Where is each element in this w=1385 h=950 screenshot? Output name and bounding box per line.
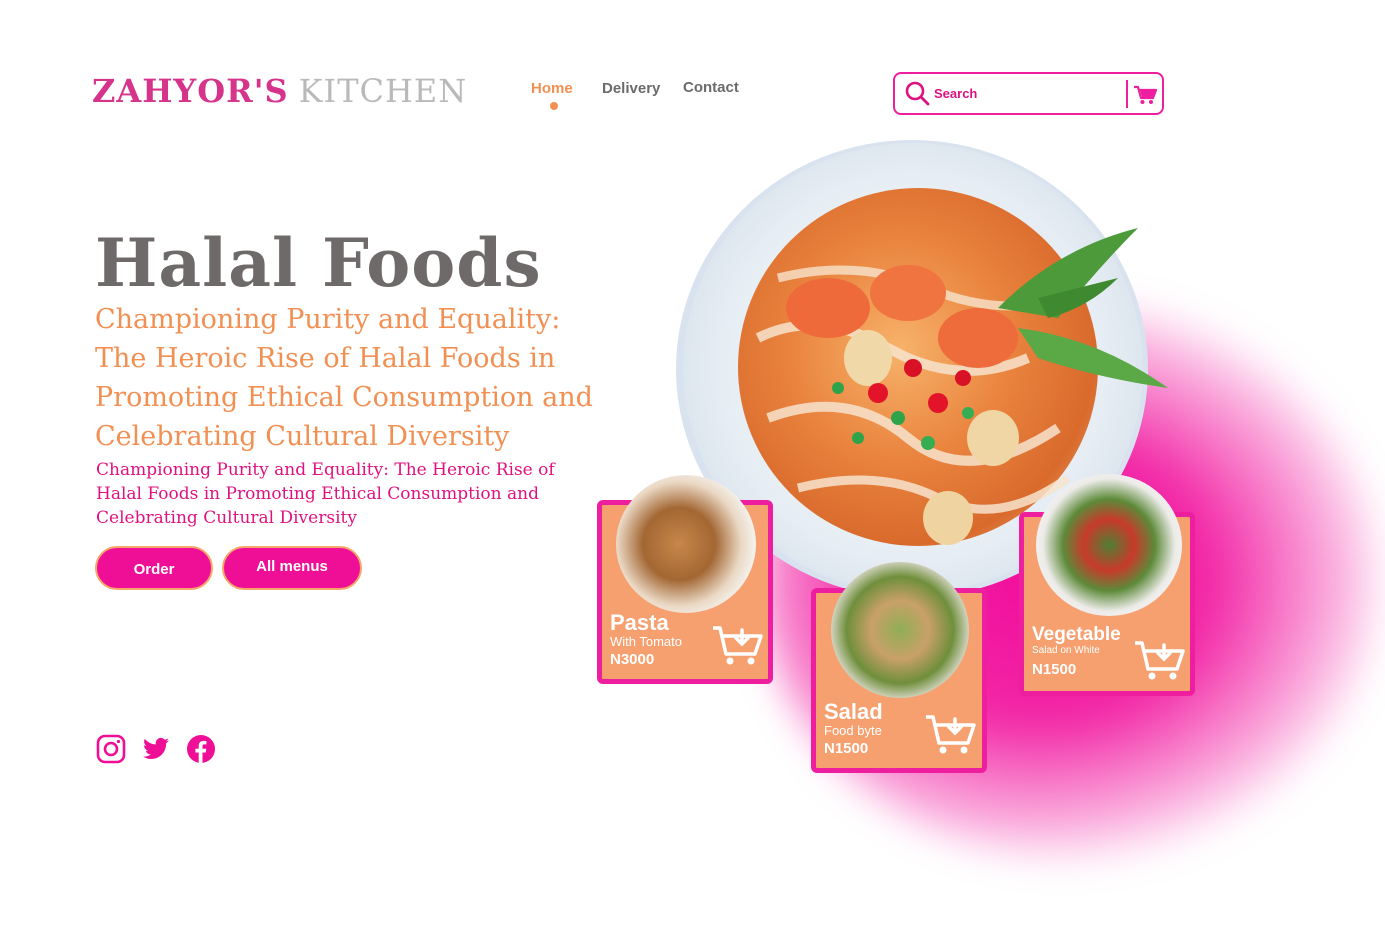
twitter-icon[interactable] — [141, 734, 171, 764]
vegetable-salad-image — [1036, 474, 1182, 616]
card-name: Pasta — [610, 610, 669, 635]
logo-brand: ZAHYOR'S — [92, 72, 289, 110]
card-price: N1500 — [1032, 661, 1077, 678]
card-name: Vegetable — [1032, 624, 1121, 645]
pasta-image — [616, 475, 756, 613]
add-to-cart-icon[interactable] — [711, 624, 763, 666]
hero-subtext: Championing Purity and Equality: The Her… — [96, 460, 555, 528]
card-name: Salad — [824, 699, 883, 724]
nav-contact[interactable]: Contact — [683, 79, 739, 96]
logo[interactable]: ZAHYOR'S KITCHEN — [92, 72, 467, 110]
card-price: N1500 — [824, 740, 869, 757]
search-divider — [1126, 80, 1128, 108]
card-subtitle: Salad on White — [1032, 645, 1100, 656]
nav-delivery[interactable]: Delivery — [602, 80, 660, 97]
logo-kitchen: KITCHEN — [298, 72, 468, 110]
card-subtitle: Food byte — [824, 723, 882, 738]
search-icon[interactable] — [904, 80, 930, 106]
salad-image — [831, 562, 969, 698]
add-to-cart-icon[interactable] — [1133, 639, 1185, 681]
nav-home[interactable]: Home — [531, 80, 573, 97]
search-input[interactable] — [934, 83, 1119, 103]
facebook-icon[interactable] — [186, 734, 216, 764]
all-menus-button[interactable]: All menus — [222, 546, 362, 590]
order-button[interactable]: Order — [95, 546, 213, 590]
nav-active-indicator — [550, 102, 558, 110]
card-subtitle: With Tomato — [610, 634, 683, 649]
cart-icon[interactable] — [1133, 85, 1157, 105]
instagram-icon[interactable] — [96, 734, 126, 764]
hero-subtitle: Championing Purity and Equality: The Her… — [95, 304, 593, 452]
hero-title: Halal Foods — [95, 224, 542, 302]
card-price: N3000 — [610, 651, 655, 668]
add-to-cart-icon[interactable] — [924, 713, 976, 755]
